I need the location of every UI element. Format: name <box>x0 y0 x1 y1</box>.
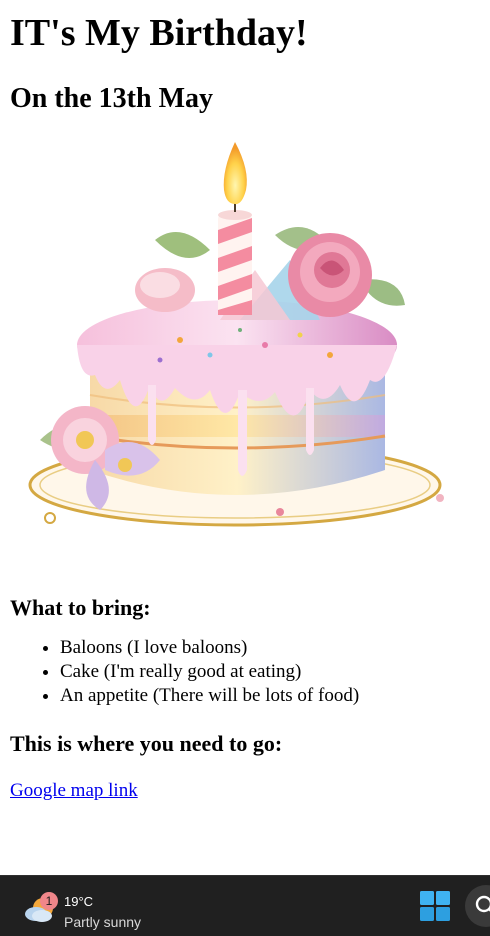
google-map-link[interactable]: Google map link <box>10 780 138 802</box>
list-item: Baloons (I love baloons) <box>60 636 480 660</box>
weather-condition: Partly sunny <box>64 914 142 930</box>
temperature: 19°C <box>64 894 94 909</box>
list-item: Cake (I'm really good at eating) <box>60 660 480 684</box>
bring-list: Baloons (I love baloons) Cake (I'm reall… <box>10 636 480 708</box>
page-content: IT's My Birthday! On the 13th May What t… <box>0 10 490 802</box>
date-heading: On the 13th May <box>10 83 213 114</box>
search-icon <box>475 895 490 913</box>
taskbar: 1 19°C Partly sunny <box>0 875 490 936</box>
weather-widget[interactable]: 1 19°C Partly sunny <box>22 884 182 930</box>
list-item: An appetite (There will be lots of food) <box>60 684 480 708</box>
bring-heading: What to bring: <box>10 595 151 620</box>
search-button[interactable] <box>465 885 490 927</box>
notification-badge: 1 <box>40 892 58 910</box>
cake-image <box>10 140 460 560</box>
windows-start-icon[interactable] <box>420 891 450 921</box>
page-title: IT's My Birthday! <box>10 12 308 54</box>
location-heading: This is where you need to go: <box>10 731 283 756</box>
